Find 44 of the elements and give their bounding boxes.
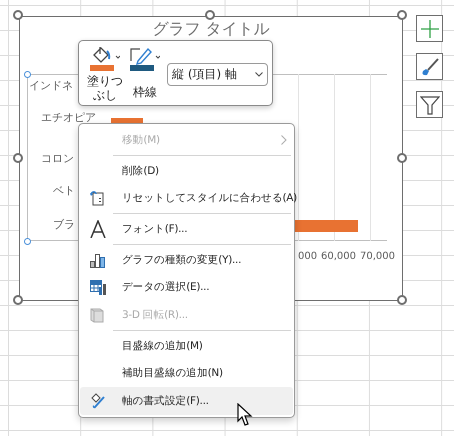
resize-handle[interactable] xyxy=(397,153,407,163)
menu-item[interactable]: 軸の書式設定(F)... xyxy=(80,387,293,416)
plot-handle[interactable] xyxy=(24,71,31,78)
chart-title: グラフ タイトル xyxy=(151,19,271,39)
resize-handle[interactable] xyxy=(205,10,215,20)
font-icon xyxy=(90,220,106,238)
paint-bucket-icon xyxy=(90,46,120,71)
resize-handle[interactable] xyxy=(13,153,23,163)
resize-handle[interactable] xyxy=(13,295,23,305)
category-label: エチオピア xyxy=(41,110,96,125)
bar-chart-icon xyxy=(90,252,106,268)
dropdown-value: 縦 (項目) 軸 xyxy=(172,66,237,83)
axis-tick-label: 70,000 xyxy=(360,251,395,262)
axis-tick-label: 60,000 xyxy=(321,251,356,262)
menu-item[interactable]: データの選択(E)... xyxy=(80,274,293,302)
resize-handle[interactable] xyxy=(13,10,23,20)
resize-handle[interactable] xyxy=(397,10,407,20)
fill-button[interactable]: 塗りつぶし xyxy=(87,46,123,103)
axis-tick-label: 000 xyxy=(298,251,318,262)
plus-icon xyxy=(420,20,438,38)
category-label: インドネ xyxy=(29,78,73,93)
outline-button[interactable]: 枠線 xyxy=(127,46,163,100)
menu-item[interactable]: 削除(D) xyxy=(80,156,293,184)
menu-item[interactable]: グラフの種類の変更(Y)... xyxy=(80,246,293,274)
cube-icon xyxy=(90,307,104,324)
brush-icon xyxy=(420,56,440,76)
plot-handle[interactable] xyxy=(24,238,31,245)
category-label: ブラ xyxy=(53,217,75,232)
add-element-button[interactable] xyxy=(416,15,443,42)
category-label: コロン xyxy=(41,151,74,166)
chart-style-button[interactable] xyxy=(416,53,443,80)
pen-outline-icon xyxy=(130,46,160,71)
reset-icon xyxy=(90,190,104,206)
element-dropdown[interactable]: 縦 (項目) 軸 xyxy=(167,63,268,86)
menu-item[interactable]: 目盛線の追加(M) xyxy=(80,332,293,360)
chevron-down-icon xyxy=(255,72,263,77)
menu-item[interactable]: 補助目盛線の追加(N) xyxy=(80,360,293,388)
table-chart-icon xyxy=(90,280,106,295)
resize-handle[interactable] xyxy=(397,295,407,305)
category-label: ベト xyxy=(53,183,75,198)
chevron-right-icon xyxy=(281,134,287,145)
menu-item[interactable]: フォント(F)... xyxy=(80,215,293,243)
funnel-icon xyxy=(420,94,440,114)
filter-button[interactable] xyxy=(416,91,443,118)
